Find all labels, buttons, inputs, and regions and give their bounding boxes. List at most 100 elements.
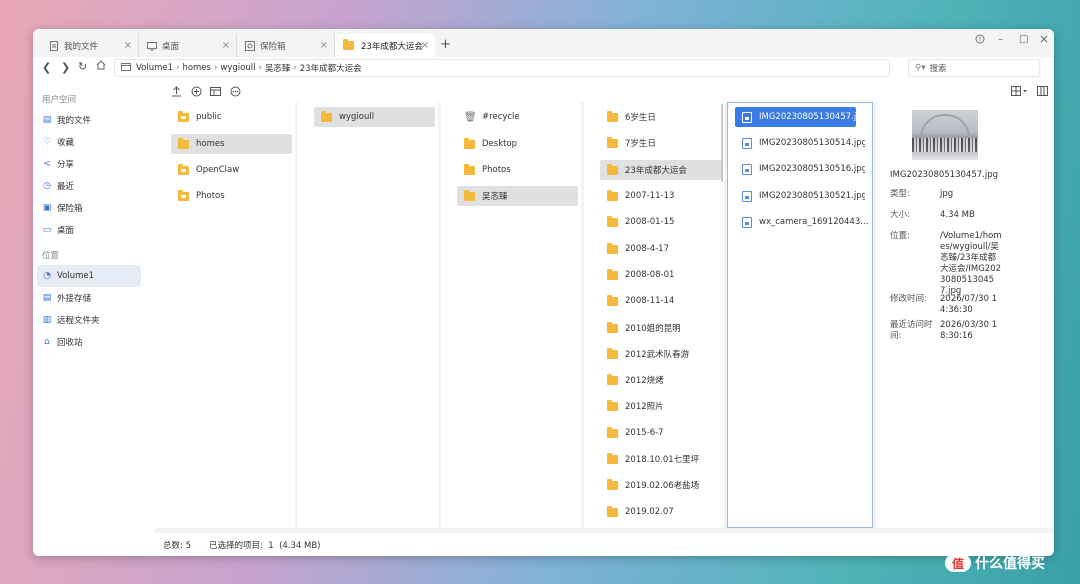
external-storage-icon: ▤ — [42, 293, 52, 303]
sidebar-item-external-storage[interactable]: ▤ 外接存储 — [33, 287, 153, 309]
home-icon[interactable] — [96, 60, 106, 73]
add-tab-icon[interactable]: + — [440, 37, 451, 52]
help-icon[interactable]: ? — [975, 34, 985, 47]
folder-item[interactable]: Photos — [171, 186, 291, 206]
sidebar-item-favorites[interactable]: ♡ 收藏 — [33, 131, 153, 153]
folder-item[interactable]: 2012照片 — [600, 396, 720, 416]
tab-vault[interactable]: 保险箱 × — [237, 34, 335, 57]
tab-23-chengdu-universiade[interactable]: 23年成都大运会 × — [335, 34, 435, 57]
sidebar-item-volume1[interactable]: ◔ Volume1 — [37, 265, 141, 287]
breadcrumb-item[interactable]: Volume1 — [136, 63, 173, 73]
more-icon[interactable] — [230, 86, 241, 100]
detail-row-modified: 修改时间: 2026/07/30 14:36:30 — [890, 294, 1050, 316]
breadcrumb-item[interactable]: 吴忞臻 — [265, 62, 291, 74]
folder-item[interactable]: public — [171, 107, 291, 127]
folder-item[interactable]: 2010姐的昆明 — [600, 318, 720, 338]
vault-icon: ▣ — [42, 203, 52, 213]
item-label: Desktop — [482, 139, 518, 149]
close-icon[interactable]: × — [222, 40, 230, 51]
detail-row-size: 大小: 4.34 MB — [890, 210, 1050, 221]
folder-icon — [607, 163, 618, 175]
image-thumbnail[interactable] — [912, 110, 978, 160]
new-folder-icon[interactable] — [191, 86, 202, 100]
sidebar-item-recycle-bin[interactable]: ⌂ 回收站 — [33, 331, 153, 353]
chevron-right-icon: › — [293, 63, 297, 73]
refresh-icon[interactable]: ↻ — [78, 60, 87, 73]
column-5: IMG20230805130457.jpg IMG20230805130514.… — [727, 102, 880, 528]
close-icon[interactable]: × — [421, 40, 429, 51]
file-item[interactable]: IMG20230805130514.jpg — [735, 133, 865, 153]
upload-icon[interactable] — [171, 86, 182, 100]
breadcrumb-item[interactable]: wygioull — [220, 63, 255, 73]
folder-icon — [607, 110, 618, 122]
sidebar-item-vault[interactable]: ▣ 保险箱 — [33, 197, 153, 219]
sidebar-item-my-files[interactable]: ▤ 我的文件 — [33, 109, 153, 131]
column-view-icon[interactable] — [1037, 86, 1048, 100]
folder-item[interactable]: Desktop — [457, 134, 577, 154]
close-icon[interactable]: × — [320, 40, 328, 51]
file-item[interactable]: wx_camera_169120443... — [735, 212, 871, 232]
item-label: 2012照片 — [625, 402, 664, 412]
folder-icon — [607, 215, 618, 227]
item-label: 2010姐的昆明 — [625, 324, 681, 334]
status-selected: 已选择的项目: 1 (4.34 MB) — [208, 540, 321, 551]
folder-item[interactable]: OpenClaw — [171, 160, 291, 180]
folder-item[interactable]: 2008-01-15 — [600, 212, 720, 232]
maximize-icon[interactable]: □ — [1019, 34, 1028, 45]
folder-item[interactable]: 2008-4-17 — [600, 239, 720, 259]
folder-item[interactable]: 2018.10.01七里坪 — [600, 449, 720, 469]
folder-item[interactable]: 2012烧烤 — [600, 370, 720, 390]
tab-my-files[interactable]: 我的文件 × — [41, 34, 139, 57]
grid-view-icon[interactable] — [1011, 86, 1027, 100]
tab-desktop[interactable]: 桌面 × — [139, 34, 237, 57]
folder-item[interactable]: 2008-11-14 — [600, 291, 720, 311]
folder-item[interactable]: 23年成都大运会 — [600, 160, 721, 180]
folder-item[interactable]: 吴忞臻 — [457, 186, 578, 206]
file-item[interactable]: IMG20230805130516.jpg — [735, 159, 865, 179]
detail-label: 修改时间: — [890, 294, 927, 304]
image-file-icon — [742, 163, 752, 175]
back-icon[interactable]: ❮ — [42, 61, 51, 74]
sidebar-item-remote-folder[interactable]: ▥ 远程文件夹 — [33, 309, 153, 331]
vault-icon — [245, 40, 255, 51]
item-label: 2012武术队春游 — [625, 350, 690, 360]
sidebar-item-share[interactable]: < 分享 — [33, 153, 153, 175]
file-item[interactable]: IMG20230805130521.jpg — [735, 186, 865, 206]
search-input[interactable]: ⚲▾ 搜索 — [908, 59, 1040, 77]
item-label: 2019.02.06老盐场 — [625, 481, 700, 491]
tab-bar: 我的文件 × 桌面 × 保险箱 × 23年成都大运会 × + ? – □ × — [33, 29, 1054, 57]
folder-item[interactable]: 2008-08-01 — [600, 265, 720, 285]
folder-item[interactable]: 2019.02.06老盐场 — [600, 475, 720, 495]
sidebar-item-recent[interactable]: ◷ 最近 — [33, 175, 153, 197]
close-window-icon[interactable]: × — [1039, 32, 1049, 46]
folder-item[interactable]: 2019.02.07 — [600, 502, 720, 522]
view-details-icon[interactable] — [210, 86, 221, 100]
folder-item[interactable]: Photos — [457, 160, 577, 180]
item-label: Photos — [482, 165, 511, 175]
folder-item[interactable]: 7岁生日 — [600, 133, 720, 153]
sidebar-item-label: 远程文件夹 — [57, 316, 100, 326]
image-file-icon — [742, 190, 752, 202]
file-item[interactable]: IMG20230805130457.jpg — [735, 107, 856, 127]
folder-item[interactable]: 🗑 #recycle — [457, 107, 577, 127]
sidebar-item-desktop[interactable]: ▭ 桌面 — [33, 219, 153, 241]
breadcrumb-item[interactable]: 23年成都大运会 — [300, 62, 362, 74]
status-bar: 总数: 5 已选择的项目: 1 (4.34 MB) — [153, 533, 1054, 556]
breadcrumb-item[interactable]: homes — [182, 63, 211, 73]
folder-item[interactable]: 2015-6-7 — [600, 423, 720, 443]
folder-item[interactable]: homes — [171, 134, 292, 154]
minimize-icon[interactable]: – — [998, 34, 1003, 45]
folder-icon — [607, 268, 618, 280]
forward-icon[interactable]: ❯ — [61, 61, 70, 74]
close-icon[interactable]: × — [124, 40, 132, 51]
tab-label: 23年成都大运会 — [361, 41, 423, 52]
item-label: IMG20230805130514.jpg — [759, 138, 865, 148]
folder-item[interactable]: 6岁生日 — [600, 107, 720, 127]
desktop-icon: ▭ — [42, 225, 52, 235]
folder-item[interactable]: wygioull — [314, 107, 435, 127]
folder-icon — [607, 136, 618, 148]
folder-item[interactable]: 2012武术队春游 — [600, 344, 720, 364]
scrollbar[interactable] — [721, 104, 723, 182]
folder-item[interactable]: 2007-11-13 — [600, 186, 720, 206]
detail-value: 4.34 MB — [940, 210, 975, 220]
